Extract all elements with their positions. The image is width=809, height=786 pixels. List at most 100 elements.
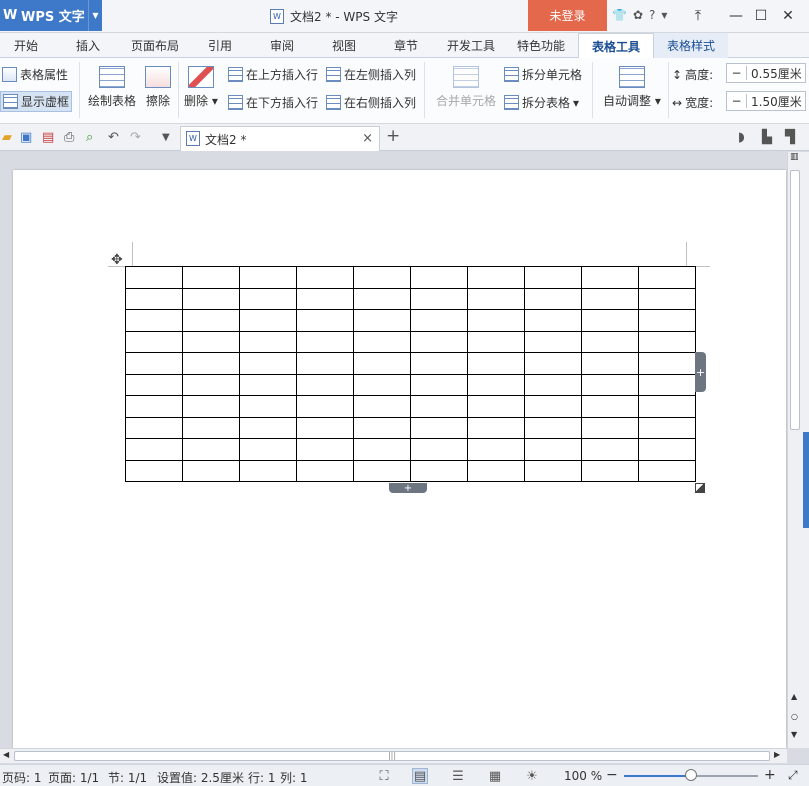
table-cell[interactable] (353, 459, 411, 482)
table-cell[interactable] (524, 330, 582, 353)
table-cell[interactable] (638, 395, 696, 418)
table-cell[interactable] (638, 352, 696, 375)
table-cell[interactable] (353, 395, 411, 418)
help-icon[interactable]: ? (649, 8, 655, 22)
table-cell[interactable] (410, 416, 468, 439)
table-cell[interactable] (581, 373, 639, 396)
select-browse-icon[interactable]: ○ (791, 712, 798, 721)
table-cell[interactable] (638, 330, 696, 353)
close-icon[interactable]: ✕ (778, 6, 798, 26)
table-cell[interactable] (638, 438, 696, 461)
table-cell[interactable] (410, 459, 468, 482)
chevron-down-icon[interactable]: ▾ (661, 8, 667, 22)
tab-special[interactable]: 特色功能 (510, 33, 572, 58)
export-pdf-icon[interactable]: ▤ (42, 130, 54, 145)
table-cell[interactable] (296, 416, 354, 439)
table-cell[interactable] (182, 438, 240, 461)
table-cell[interactable] (296, 459, 354, 482)
tool-icon-1[interactable]: ◗ (738, 130, 745, 145)
table-cell[interactable] (524, 459, 582, 482)
table-cell[interactable] (239, 266, 297, 289)
table-cell[interactable] (524, 287, 582, 310)
table-cell[interactable] (524, 309, 582, 332)
table-cell[interactable] (125, 309, 183, 332)
table-cell[interactable] (239, 330, 297, 353)
full-screen-icon[interactable]: ⛶ (376, 768, 392, 784)
table-cell[interactable] (125, 416, 183, 439)
merge-cells-button[interactable]: 合并单元格 (436, 66, 496, 109)
split-table-button[interactable]: 拆分表格 ▾ (504, 94, 579, 111)
draw-table-button[interactable]: 绘制表格 (88, 66, 136, 109)
table-cell[interactable] (467, 416, 525, 439)
table-cell[interactable] (353, 309, 411, 332)
table-cell[interactable] (296, 373, 354, 396)
web-view-icon[interactable]: ▦ (487, 768, 503, 784)
tab-table-style[interactable]: 表格样式 (654, 33, 728, 58)
open-folder-icon[interactable]: ▰ (2, 130, 12, 145)
table-cell[interactable] (410, 438, 468, 461)
print-icon[interactable]: ⎙ (64, 130, 74, 145)
document-tab[interactable]: W 文档2 * × (180, 126, 380, 151)
table-cell[interactable] (296, 395, 354, 418)
table-cell[interactable] (125, 352, 183, 375)
table-cell[interactable] (125, 395, 183, 418)
table-cell[interactable] (296, 438, 354, 461)
table-cell[interactable] (467, 438, 525, 461)
shirt-icon[interactable]: 👕 (612, 8, 627, 22)
table-cell[interactable] (638, 266, 696, 289)
outline-view-icon[interactable]: ☰ (450, 768, 466, 784)
table-properties-button[interactable]: 表格属性 (2, 66, 68, 83)
table-cell[interactable] (524, 266, 582, 289)
tab-developer[interactable]: 开发工具 (440, 33, 502, 58)
chat-icon[interactable]: ✿ (633, 8, 643, 22)
table-cell[interactable] (353, 287, 411, 310)
vertical-scroll-thumb[interactable] (790, 170, 800, 430)
table-cell[interactable] (125, 266, 183, 289)
table-cell[interactable] (467, 395, 525, 418)
table-cell[interactable] (581, 352, 639, 375)
table-cell[interactable] (353, 416, 411, 439)
eye-protection-icon[interactable]: ☀ (524, 768, 540, 784)
table-cell[interactable] (182, 266, 240, 289)
share-icon[interactable]: ⤒ (688, 6, 708, 26)
app-menu-button[interactable]: W WPS 文字 ▼ (0, 0, 102, 31)
print-preview-icon[interactable]: ⌕ (86, 130, 93, 145)
table-cell[interactable] (467, 373, 525, 396)
document-table[interactable] (125, 266, 696, 482)
tab-page-layout[interactable]: 页面布局 (124, 33, 186, 58)
minimize-icon[interactable]: — (726, 6, 746, 26)
document-page[interactable]: ✥ + + (13, 170, 786, 748)
table-cell[interactable] (353, 266, 411, 289)
scroll-right-icon[interactable]: ▶ (774, 750, 780, 759)
table-cell[interactable] (182, 395, 240, 418)
decrease-height-button[interactable]: − (727, 66, 747, 80)
table-cell[interactable] (182, 330, 240, 353)
decrease-width-button[interactable]: − (727, 94, 747, 108)
horizontal-scrollbar[interactable]: ◀ ||| ▶ (0, 748, 787, 763)
table-cell[interactable] (410, 266, 468, 289)
table-cell[interactable] (581, 266, 639, 289)
zoom-in-icon[interactable]: + (764, 767, 776, 783)
prev-page-icon[interactable]: ▲ (791, 692, 797, 701)
table-cell[interactable] (296, 330, 354, 353)
maximize-icon[interactable]: ☐ (751, 6, 771, 26)
save-icon[interactable]: ▣ (20, 130, 32, 145)
tab-table-tools[interactable]: 表格工具 (578, 33, 654, 58)
table-cell[interactable] (239, 287, 297, 310)
table-cell[interactable] (239, 438, 297, 461)
insert-row-above-button[interactable]: 在上方插入行 (228, 66, 318, 83)
table-cell[interactable] (410, 395, 468, 418)
tab-chapter[interactable]: 章节 (382, 33, 430, 58)
table-cell[interactable] (182, 459, 240, 482)
zoom-out-icon[interactable]: − (606, 767, 618, 783)
table-cell[interactable] (467, 352, 525, 375)
table-cell[interactable] (410, 373, 468, 396)
auto-adjust-button[interactable]: 自动调整 ▾ (603, 66, 661, 109)
table-cell[interactable] (581, 395, 639, 418)
sidebar-accent[interactable] (803, 432, 809, 528)
tool-icon-3[interactable]: ▜ (785, 130, 795, 145)
table-cell[interactable] (581, 416, 639, 439)
add-row-button[interactable]: + (389, 483, 427, 494)
col-width-input[interactable]: − 1.50厘米 (726, 91, 806, 111)
next-page-icon[interactable]: ▼ (791, 730, 797, 739)
